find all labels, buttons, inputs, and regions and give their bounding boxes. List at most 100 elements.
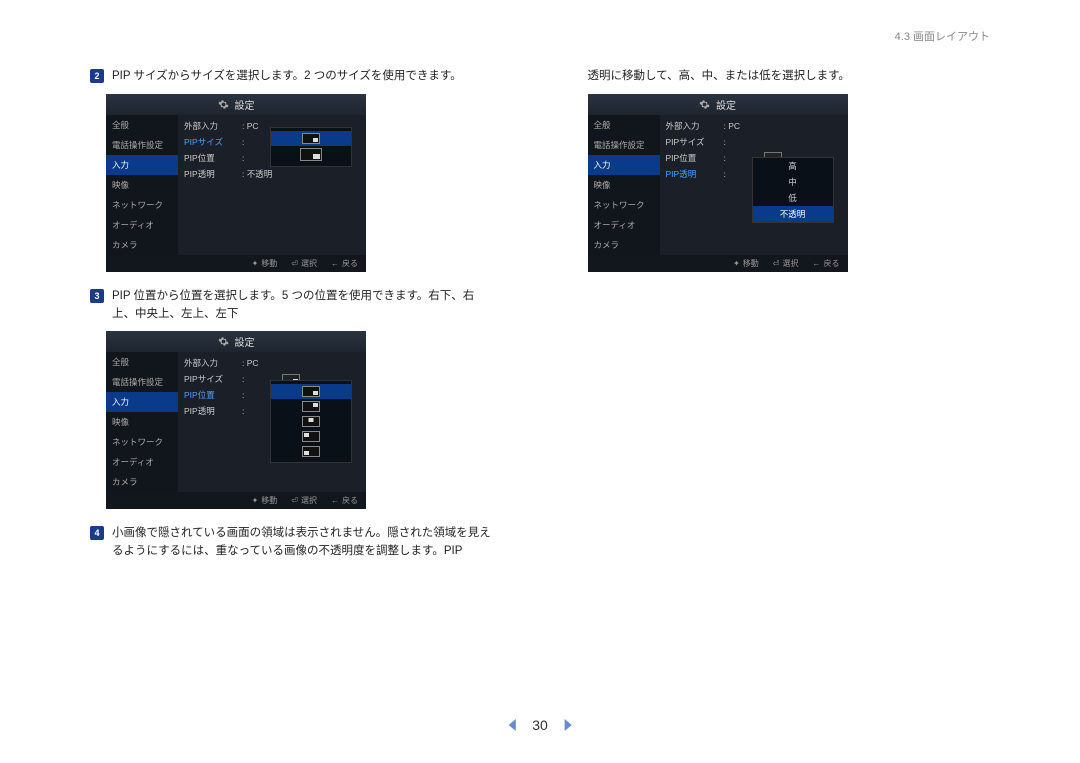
cat-item[interactable]: オーディオ — [106, 215, 178, 235]
page-navigation: 30 — [506, 717, 574, 733]
cat-item[interactable]: 映像 — [588, 175, 660, 195]
opt-value: : — [242, 390, 244, 400]
osd-nav: ✦ 移動 ⏎ 選択 ← 戻る — [106, 492, 366, 509]
cat-item-active[interactable]: 入力 — [588, 155, 660, 175]
nav-select: ⏎ 選択 — [291, 495, 317, 506]
step-badge: 3 — [90, 289, 104, 303]
position-picker-overlay — [270, 380, 352, 463]
cat-item[interactable]: 全般 — [106, 115, 178, 135]
opt-value: : — [724, 169, 726, 179]
gear-icon — [218, 99, 229, 110]
cat-item[interactable]: 電話操作設定 — [106, 135, 178, 155]
trans-option[interactable]: 高 — [753, 158, 833, 174]
osd-title: 設定 — [106, 94, 366, 115]
opt-value: : PC — [242, 358, 259, 368]
cat-item[interactable]: 電話操作設定 — [106, 372, 178, 392]
step-3: 3 PIP 位置から位置を選択します。5 つの位置を使用できます。右下、右上、中… — [90, 288, 493, 324]
pos-option[interactable] — [271, 384, 351, 399]
osd-title-text: 設定 — [235, 97, 255, 112]
page-number: 30 — [532, 717, 548, 733]
osd-categories: 全般 電話操作設定 入力 映像 ネットワーク オーディオ カメラ — [106, 352, 178, 492]
cat-item[interactable]: ネットワーク — [588, 195, 660, 215]
opt-value: : — [242, 374, 244, 384]
opt-label-active: PIP位置 — [184, 389, 242, 401]
cat-item[interactable]: 全般 — [106, 352, 178, 372]
pos-option[interactable] — [271, 444, 351, 459]
nav-move: ✦ 移動 — [252, 495, 278, 506]
osd-options: 外部入力: PC PIPサイズ: PIP位置: PIP透明: 高 中 低 不透明 — [660, 115, 848, 255]
osd-pip-position: 設定 全般 電話操作設定 入力 映像 ネットワーク オーディオ カメラ 外部入力… — [106, 331, 366, 509]
step-badge: 2 — [90, 69, 104, 83]
nav-move: ✦ 移動 — [733, 258, 759, 269]
trans-option-selected[interactable]: 不透明 — [753, 206, 833, 222]
cat-item[interactable]: 映像 — [106, 412, 178, 432]
opt-label: PIP位置 — [184, 152, 242, 164]
page-header: 4.3 画面レイアウト — [895, 28, 990, 44]
opt-label: 外部入力 — [184, 120, 242, 132]
osd-nav: ✦ 移動 ⏎ 選択 ← 戻る — [106, 255, 366, 272]
osd-title: 設定 — [106, 331, 366, 352]
pos-option[interactable] — [271, 429, 351, 444]
opt-value: : — [724, 137, 726, 147]
content-columns: 2 PIP サイズからサイズを選択します。2 つのサイズを使用できます。 設定 … — [90, 68, 990, 569]
gear-icon — [218, 336, 229, 347]
cat-item[interactable]: 映像 — [106, 175, 178, 195]
nav-back: ← 戻る — [331, 495, 358, 506]
gear-icon — [699, 99, 710, 110]
left-column: 2 PIP サイズからサイズを選択します。2 つのサイズを使用できます。 設定 … — [90, 68, 493, 569]
right-intro: 透明に移動して、高、中、または低を選択します。 — [588, 68, 991, 86]
osd-pip-transparency: 設定 全般 電話操作設定 入力 映像 ネットワーク オーディオ カメラ 外部入力… — [588, 94, 848, 272]
osd-title-text: 設定 — [235, 334, 255, 349]
step-text: 小画像で隠されている画面の領域は表示されません。隠された領域を見えるようにするに… — [112, 525, 493, 561]
page: 4.3 画面レイアウト 2 PIP サイズからサイズを選択します。2 つのサイズ… — [0, 0, 1080, 763]
opt-label: PIP透明 — [184, 168, 242, 180]
osd-title-text: 設定 — [716, 97, 736, 112]
trans-option[interactable]: 低 — [753, 190, 833, 206]
opt-value: : — [242, 137, 244, 147]
osd-categories: 全般 電話操作設定 入力 映像 ネットワーク オーディオ カメラ — [588, 115, 660, 255]
osd-options: 外部入力: PC PIPサイズ: PIP位置: PIP透明: — [178, 352, 366, 492]
opt-value: : PC — [724, 121, 741, 131]
osd-title: 設定 — [588, 94, 848, 115]
prev-page-icon[interactable] — [506, 719, 518, 731]
cat-item[interactable]: オーディオ — [588, 215, 660, 235]
osd-nav: ✦ 移動 ⏎ 選択 ← 戻る — [588, 255, 848, 272]
cat-item[interactable]: カメラ — [106, 472, 178, 492]
cat-item[interactable]: カメラ — [106, 235, 178, 255]
cat-item-active[interactable]: 入力 — [106, 155, 178, 175]
nav-move: ✦ 移動 — [252, 258, 278, 269]
nav-back: ← 戻る — [813, 258, 840, 269]
pos-option[interactable] — [271, 399, 351, 414]
pos-option[interactable] — [271, 414, 351, 429]
size-option[interactable] — [271, 146, 351, 163]
cat-item[interactable]: 全般 — [588, 115, 660, 135]
size-option[interactable] — [271, 131, 351, 146]
opt-label: 外部入力 — [666, 120, 724, 132]
opt-value: : PC — [242, 121, 259, 131]
right-column: 透明に移動して、高、中、または低を選択します。 設定 全般 電話操作設定 入力 … — [588, 68, 991, 569]
step-2: 2 PIP サイズからサイズを選択します。2 つのサイズを使用できます。 — [90, 68, 493, 86]
opt-value: : — [242, 153, 244, 163]
next-page-icon[interactable] — [562, 719, 574, 731]
step-text: PIP 位置から位置を選択します。5 つの位置を使用できます。右下、右上、中央上… — [112, 288, 493, 324]
cat-item[interactable]: ネットワーク — [106, 195, 178, 215]
opt-label-active: PIPサイズ — [184, 136, 242, 148]
opt-value: : — [242, 406, 244, 416]
osd-options: 外部入力: PC PIPサイズ: PIP位置: PIP透明: 不透明 — [178, 115, 366, 255]
cat-item[interactable]: オーディオ — [106, 452, 178, 472]
opt-value: : — [724, 153, 726, 163]
size-picker-overlay — [270, 127, 352, 167]
cat-item[interactable]: カメラ — [588, 235, 660, 255]
opt-label: 外部入力 — [184, 357, 242, 369]
osd-categories: 全般 電話操作設定 入力 映像 ネットワーク オーディオ カメラ — [106, 115, 178, 255]
opt-label: PIPサイズ — [184, 373, 242, 385]
opt-label: PIP位置 — [666, 152, 724, 164]
trans-option[interactable]: 中 — [753, 174, 833, 190]
cat-item[interactable]: ネットワーク — [106, 432, 178, 452]
step-text: PIP サイズからサイズを選択します。2 つのサイズを使用できます。 — [112, 68, 462, 86]
cat-item-active[interactable]: 入力 — [106, 392, 178, 412]
cat-item[interactable]: 電話操作設定 — [588, 135, 660, 155]
osd-pip-size: 設定 全般 電話操作設定 入力 映像 ネットワーク オーディオ カメラ 外部入力… — [106, 94, 366, 272]
nav-select: ⏎ 選択 — [291, 258, 317, 269]
step-4: 4 小画像で隠されている画面の領域は表示されません。隠された領域を見えるようにす… — [90, 525, 493, 561]
